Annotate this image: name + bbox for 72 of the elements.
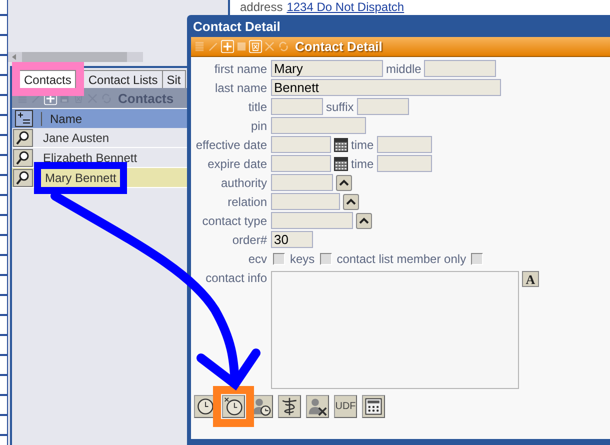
input-field[interactable]: [376, 155, 432, 172]
contact-info-field[interactable]: [271, 271, 519, 389]
input-field[interactable]: [271, 212, 353, 229]
field-label: time: [351, 156, 374, 170]
magnifier-icon[interactable]: [13, 148, 33, 166]
calendar-icon[interactable]: [334, 138, 348, 152]
checkbox[interactable]: [471, 252, 484, 264]
field-label: contact info: [204, 271, 267, 287]
plus-icon[interactable]: [221, 40, 234, 53]
field-label: pin: [250, 118, 267, 132]
caret-up-icon: [339, 179, 349, 186]
refresh-icon[interactable]: [277, 40, 290, 53]
caret-up-icon: [346, 198, 356, 205]
calculator-icon: [363, 396, 384, 417]
field-label: middle: [386, 62, 422, 76]
field-label: last name: [214, 80, 267, 94]
address-label: address: [240, 0, 283, 14]
trash-icon[interactable]: [249, 40, 262, 53]
udf-button[interactable]: UDF: [334, 395, 357, 418]
font-button[interactable]: A: [522, 271, 539, 287]
field-label: relation: [226, 194, 267, 208]
toolbar-title: Contacts: [118, 90, 174, 106]
checkbox[interactable]: [273, 252, 285, 264]
input-field[interactable]: [271, 174, 333, 191]
caret-up-icon: [359, 217, 369, 224]
lookup-button[interactable]: [336, 174, 352, 190]
tab[interactable]: Contact Lists: [84, 70, 163, 88]
field-label: contact list member only: [336, 252, 466, 266]
contact-name: Mary Bennett: [34, 162, 128, 194]
clock-icon: [195, 396, 216, 417]
field-label: title: [247, 100, 267, 114]
field-label: contact type: [201, 214, 267, 228]
checkbox[interactable]: [320, 252, 332, 264]
pencil-icon[interactable]: [207, 40, 220, 53]
lookup-button[interactable]: [343, 194, 359, 210]
icon-button[interactable]: [306, 395, 329, 418]
clock-reset-icon: [223, 396, 244, 417]
input-field[interactable]: [356, 98, 409, 115]
field-label: ecv: [247, 252, 267, 266]
calendar-icon[interactable]: [334, 156, 348, 170]
magnifier-icon[interactable]: [13, 168, 33, 186]
input-field[interactable]: [271, 155, 331, 172]
toolbar-title: Contact Detail: [295, 39, 382, 54]
field-label: order#: [231, 232, 267, 246]
address-link[interactable]: 1234 Do Not Dispatch: [286, 0, 404, 14]
lookup-button[interactable]: [356, 212, 372, 228]
input-field[interactable]: 30: [271, 231, 313, 248]
icon-button[interactable]: [278, 395, 301, 418]
input-field[interactable]: Mary: [271, 60, 383, 77]
horizontal-scrollbar[interactable]: [8, 52, 143, 62]
icon-button[interactable]: [362, 395, 385, 418]
add-column-icon[interactable]: [15, 110, 33, 127]
input-field[interactable]: [271, 117, 366, 134]
input-field[interactable]: Bennett: [271, 79, 501, 96]
contact-name: Jane Austen: [42, 130, 110, 146]
field-label: keys: [290, 252, 315, 266]
tab[interactable]: Sit: [162, 70, 186, 88]
field-label: first name: [213, 62, 267, 76]
input-field[interactable]: [376, 136, 432, 153]
window-title: Contact Detail: [193, 18, 280, 34]
save-icon[interactable]: [235, 40, 248, 53]
field-label: suffix: [326, 100, 354, 114]
input-field[interactable]: [271, 136, 331, 153]
magnifier-icon[interactable]: [13, 128, 33, 146]
input-field[interactable]: [271, 98, 323, 115]
scroll-left-icon[interactable]: [12, 54, 16, 60]
person-clock-icon: [251, 396, 272, 417]
input-field[interactable]: [271, 193, 340, 210]
field-label: time: [351, 138, 374, 152]
input-field[interactable]: [424, 60, 496, 77]
person-remove-icon: [307, 396, 328, 417]
list-icon[interactable]: [193, 40, 206, 53]
